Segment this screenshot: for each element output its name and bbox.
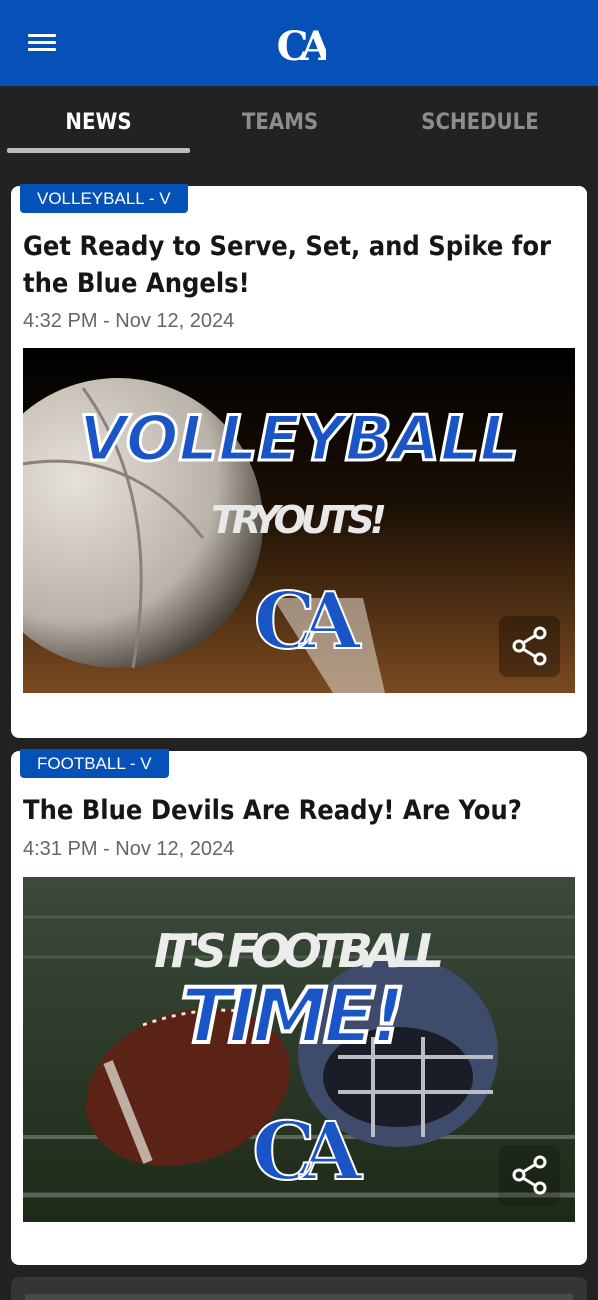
volleyball-graphic: VOLLEYBALL TRYOUTS! CA [23,348,575,693]
svg-text:IT'S FOOTBALL: IT'S FOOTBALL [154,924,444,978]
news-timestamp: 4:32 PM - Nov 12, 2024 [23,310,235,332]
hamburger-menu-icon-bar [28,41,56,44]
news-timestamp: 4:31 PM - Nov 12, 2024 [23,838,235,860]
share-icon [512,1155,547,1195]
svg-text:VOLLEYBALL: VOLLEYBALL [79,402,519,475]
news-image[interactable]: VOLLEYBALL TRYOUTS! CA [23,348,575,693]
tab-bar: NEWS TEAMS SCHEDULE [0,86,598,166]
active-tab-indicator [7,148,190,153]
category-badge[interactable]: FOOTBALL - V [20,749,169,778]
share-icon [512,626,547,666]
news-card[interactable]: FOOTBALL - V The Blue Devils Are Ready! … [11,749,587,1265]
menu-button[interactable] [20,27,64,59]
ca-logo[interactable]: CA [274,18,326,68]
news-image[interactable]: IT'S FOOTBALL TIME! CA [23,877,575,1222]
share-button[interactable] [499,1145,560,1206]
news-card[interactable]: VOLLEYBALL - V Get Ready to Serve, Set, … [11,184,587,738]
hamburger-menu-icon [28,34,56,37]
category-badge[interactable]: VOLLEYBALL - V [20,184,188,213]
tab-teams[interactable]: TEAMS [190,86,370,158]
news-title[interactable]: The Blue Devils Are Ready! Are You? [23,792,568,829]
tab-schedule[interactable]: SCHEDULE [385,86,575,158]
hamburger-menu-icon-bar [28,48,56,51]
share-button[interactable] [499,616,560,677]
svg-text:CA: CA [277,23,326,68]
app-header: CA [0,0,598,86]
svg-text:TIME!: TIME! [181,971,406,1060]
news-title[interactable]: Get Ready to Serve, Set, and Spike for t… [23,228,568,302]
news-card-next[interactable] [11,1277,587,1300]
football-graphic: IT'S FOOTBALL TIME! CA [23,877,575,1222]
svg-text:TRYOUTS!: TRYOUTS! [211,498,387,542]
news-image [25,1294,573,1300]
